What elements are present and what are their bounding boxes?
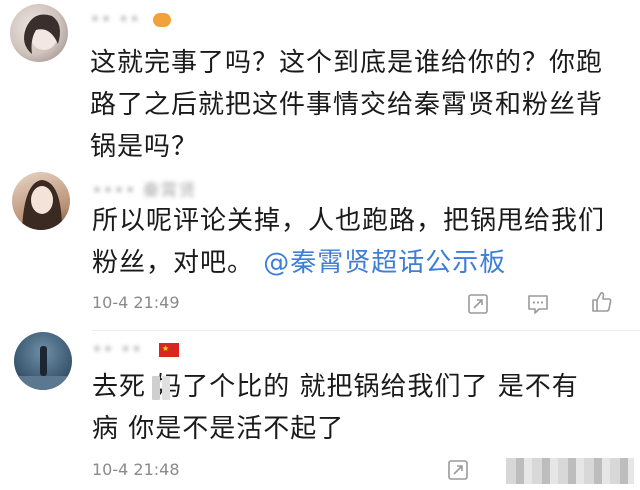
username[interactable]: •••• 秦霄贤: [92, 176, 197, 201]
avatar[interactable]: [10, 4, 68, 62]
comment-icon[interactable]: [526, 292, 550, 316]
flag-icon: ★: [158, 343, 179, 357]
comment-line: 病 你是不是活不起了: [92, 414, 345, 444]
comment-line: 锅是吗？: [90, 132, 199, 162]
comment-line: 去死 妈了个比的 就把锅给我们了 是不有: [92, 372, 579, 402]
comment-line: 这就完事了吗？这个到底是谁给你的？你跑: [90, 48, 604, 78]
mention-link[interactable]: @秦霄贤超话公示板: [263, 248, 506, 278]
username[interactable]: •• ••: [90, 10, 171, 30]
avatar-photo-icon: [14, 346, 72, 390]
avatar[interactable]: [14, 332, 72, 390]
avatar[interactable]: [12, 172, 70, 230]
avatar-photo-icon: [24, 14, 60, 54]
divider: [92, 330, 640, 331]
censor-mosaic: [152, 376, 160, 400]
timestamp: 10-4 21:49: [92, 293, 180, 312]
watermark-mosaic: [506, 458, 634, 484]
comment-text: 去死 妈了个比的 就把锅给我们了 是不有 病 你是不是活不起了: [92, 366, 632, 450]
username[interactable]: •• •• ★: [92, 340, 179, 360]
comment-line: 所以呢评论关掉，人也跑路，把锅甩给我们: [92, 206, 606, 236]
comment-line: 粉丝，对吧。 @秦霄贤超话公示板: [92, 248, 507, 278]
avatar-photo-icon: [22, 180, 62, 230]
share-icon[interactable]: [446, 458, 470, 482]
censor-mosaic: [162, 376, 170, 400]
like-icon[interactable]: [590, 290, 614, 314]
comment-text: 这就完事了吗？这个到底是谁给你的？你跑 路了之后就把这件事情交给秦霄贤和粉丝背 …: [90, 42, 630, 168]
share-icon[interactable]: [466, 292, 490, 316]
comment-line: 路了之后就把这件事情交给秦霄贤和粉丝背: [90, 90, 604, 120]
timestamp: 10-4 21:48: [92, 460, 180, 479]
comment-text: 所以呢评论关掉，人也跑路，把锅甩给我们 粉丝，对吧。 @秦霄贤超话公示板: [92, 200, 632, 284]
username-badge-icon: [152, 13, 171, 27]
